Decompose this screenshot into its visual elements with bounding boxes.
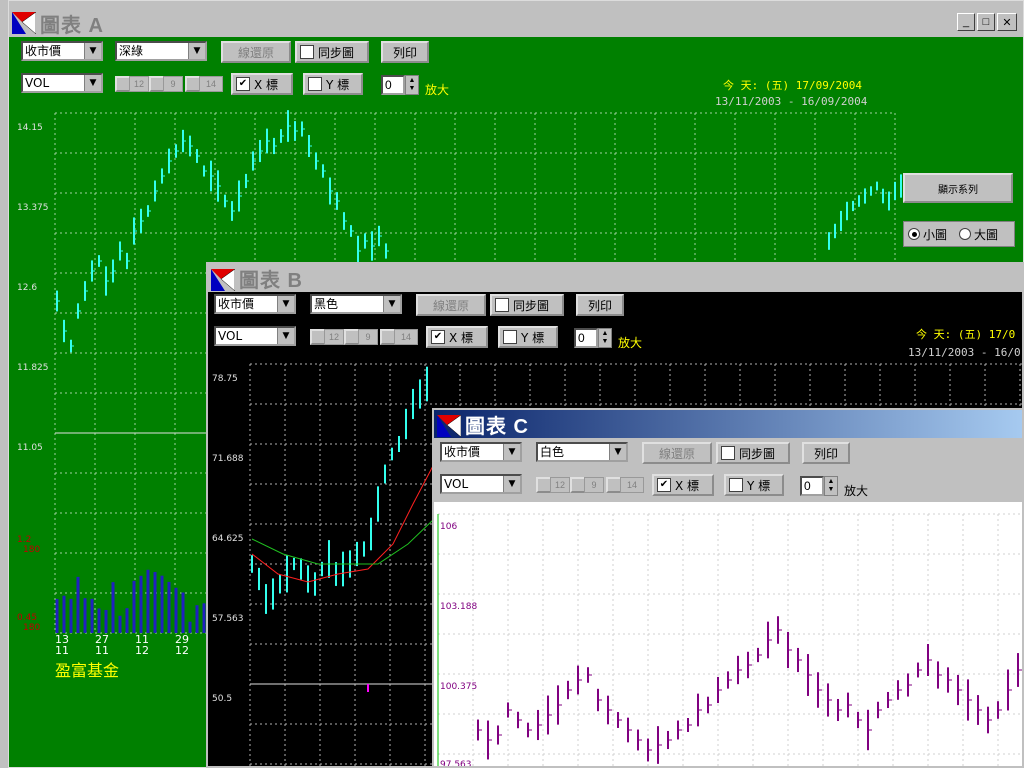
y-tick-label: 14.15 [17,123,43,133]
y-tick-label: 13.375 [17,203,49,213]
volume-label: 180 [23,623,41,633]
chart-size-radio-group: 小圖 大圖 [903,221,1015,247]
fund-name: 盈富基金 [55,661,120,680]
volume-label: 0.45 [17,613,38,623]
radio-small-label: 小圖 [923,227,948,242]
volume-label: 1.2 [17,535,32,545]
radio-large-label: 大圖 [974,227,999,242]
y-tick-label: 71.688 [212,454,244,464]
price-chart-c [437,513,1022,766]
y-tick-label: 97.563 [440,760,472,768]
y-tick-label: 50.5 [212,694,233,704]
y-tick-label: 11.05 [17,443,43,453]
y-tick-label: 103.188 [440,602,478,612]
chart-window-c: 圖表 C 收市價 ▼ 白色 ▼ 線還原 同步圖 列印 VOL ▼ 12 9 14… [432,408,1024,768]
x-tick-label: 12 [135,644,149,657]
radio-large[interactable] [959,228,972,240]
y-tick-label: 12.6 [17,283,38,293]
y-tick-label: 100.375 [440,682,478,692]
y-tick-label: 11.825 [17,363,49,373]
x-tick-label: 12 [175,644,189,657]
desktop-edge [0,0,8,768]
x-tick-label: 11 [95,644,109,657]
y-tick-label: 106 [440,522,458,532]
radio-small-selected[interactable] [908,228,920,240]
volume-label: 180 [23,545,41,555]
y-tick-label: 78.75 [212,374,238,384]
show-series-button[interactable]: 顯示系列 [903,173,1013,203]
x-tick-label: 11 [55,644,69,657]
y-tick-label: 64.625 [212,534,244,544]
y-tick-label: 57.563 [212,614,244,624]
